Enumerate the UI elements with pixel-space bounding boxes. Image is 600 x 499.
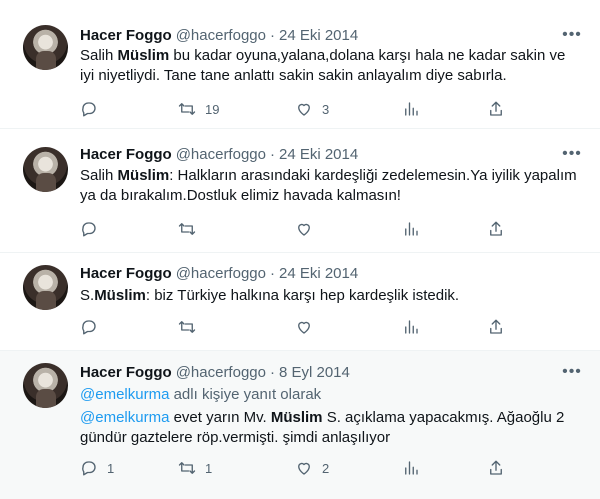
retweet-button[interactable] [178, 219, 196, 239]
tweet-date[interactable]: 24 Eki 2014 [279, 146, 358, 163]
retweet-icon [178, 462, 196, 474]
heart-icon [298, 223, 310, 236]
like-count: 2 [322, 460, 330, 476]
retweet-icon [178, 223, 196, 235]
views-icon [405, 320, 418, 334]
tweet-date[interactable]: 8 Eyl 2014 [279, 364, 350, 381]
like-button[interactable] [295, 317, 313, 337]
share-icon [490, 101, 502, 116]
like-count: 3 [322, 101, 330, 117]
views-icon [405, 102, 418, 116]
share-icon [490, 460, 502, 475]
retweet-icon [178, 321, 196, 333]
highlight-term: Müslim [270, 409, 323, 426]
text-part: Salih [80, 47, 118, 64]
author-handle[interactable]: @hacerfoggo [176, 27, 266, 44]
retweet-icon [178, 103, 196, 115]
reply-mention-link[interactable]: @emelkurma [80, 386, 169, 403]
share-button[interactable] [487, 317, 505, 337]
separator-dot: · [269, 264, 275, 282]
reply-button[interactable]: 1 [80, 458, 114, 478]
views-button[interactable] [402, 458, 420, 478]
author-handle[interactable]: @hacerfoggo [176, 146, 266, 163]
author-name[interactable]: Hacer Foggo [80, 146, 172, 163]
tweet-text: Salih Müslim bu kadar oyuna,yalana,dolan… [80, 46, 580, 86]
author-name[interactable]: Hacer Foggo [80, 27, 172, 44]
more-dots-icon[interactable]: ••• [562, 144, 582, 164]
tweet-date[interactable]: 24 Eki 2014 [279, 27, 358, 44]
retweet-button[interactable] [178, 317, 196, 337]
avatar[interactable] [23, 147, 68, 192]
heart-icon [298, 103, 310, 116]
share-button[interactable] [487, 99, 505, 119]
like-button[interactable]: 2 [295, 458, 329, 478]
more-dots-icon[interactable]: ••• [562, 362, 582, 382]
separator-dot: · [269, 26, 275, 44]
tweet-header: Hacer Foggo @hacerfoggo · 8 Eyl 2014 [80, 362, 350, 382]
heart-icon [298, 462, 310, 475]
tweet-text: @emelkurma evet yarın Mv. Müslim S. açık… [80, 408, 580, 448]
reply-icon [82, 222, 96, 237]
avatar[interactable] [23, 25, 68, 70]
views-button[interactable] [402, 99, 420, 119]
mention-link[interactable]: @emelkurma [80, 409, 169, 426]
views-button[interactable] [402, 317, 420, 337]
reply-count: 1 [107, 460, 115, 476]
reply-icon [82, 320, 96, 335]
tweet-header: Hacer Foggo @hacerfoggo · 24 Eki 2014 [80, 263, 358, 283]
reply-icon [82, 102, 96, 117]
text-part: S. [80, 287, 95, 304]
author-name[interactable]: Hacer Foggo [80, 364, 172, 381]
like-button[interactable] [295, 219, 313, 239]
reply-button[interactable] [80, 99, 98, 119]
more-dots-icon[interactable]: ••• [562, 25, 582, 45]
text-part: : biz Türkiye halkına karşı hep kardeşli… [145, 287, 460, 304]
tweet-4[interactable]: Hacer Foggo @hacerfoggo · 8 Eyl 2014 •••… [0, 351, 600, 499]
views-button[interactable] [402, 219, 420, 239]
retweet-count: 19 [205, 101, 220, 117]
avatar[interactable] [23, 363, 68, 408]
tweet-2[interactable]: Hacer Foggo @hacerfoggo · 24 Eki 2014 ••… [0, 129, 600, 253]
separator-dot: · [269, 363, 275, 381]
retweet-button[interactable]: 1 [178, 458, 212, 478]
avatar[interactable] [23, 265, 68, 310]
share-icon [490, 319, 502, 334]
action-bar: 19 3 [80, 99, 505, 119]
tweet-3[interactable]: Hacer Foggo @hacerfoggo · 24 Eki 2014 S.… [0, 253, 600, 351]
tweet-header: Hacer Foggo @hacerfoggo · 24 Eki 2014 [80, 144, 358, 164]
retweet-button[interactable]: 19 [178, 99, 219, 119]
highlight-term: Müslim [117, 47, 170, 64]
separator-dot: · [269, 145, 275, 163]
text-part: Salih [80, 167, 118, 184]
share-button[interactable] [487, 458, 505, 478]
action-bar [80, 219, 505, 239]
tweet-text: Salih Müslim: Halkların arasındaki karde… [80, 166, 580, 206]
like-button[interactable]: 3 [295, 99, 329, 119]
author-name[interactable]: Hacer Foggo [80, 265, 172, 282]
tweet-date[interactable]: 24 Eki 2014 [279, 265, 358, 282]
reply-context: @emelkurma adlı kişiye yanıt olarak [80, 386, 321, 403]
heart-icon [298, 321, 310, 334]
reply-button[interactable] [80, 219, 98, 239]
share-icon [490, 221, 502, 236]
reply-context-text: adlı kişiye yanıt olarak [169, 386, 322, 403]
tweet-header: Hacer Foggo @hacerfoggo · 24 Eki 2014 [80, 25, 358, 45]
action-bar [80, 317, 505, 337]
author-handle[interactable]: @hacerfoggo [176, 265, 266, 282]
author-handle[interactable]: @hacerfoggo [176, 364, 266, 381]
action-bar: 1 1 2 [80, 458, 505, 478]
text-part: evet yarın Mv. [169, 409, 271, 426]
highlight-term: Müslim [94, 287, 146, 304]
views-icon [405, 461, 418, 475]
share-button[interactable] [487, 219, 505, 239]
reply-icon [82, 461, 96, 476]
reply-button[interactable] [80, 317, 98, 337]
tweet-text: S.Müslim: biz Türkiye halkına karşı hep … [80, 286, 580, 306]
retweet-count: 1 [205, 460, 213, 476]
highlight-term: Müslim [117, 167, 170, 184]
tweet-1[interactable]: Hacer Foggo @hacerfoggo · 24 Eki 2014 ••… [0, 0, 600, 129]
views-icon [405, 222, 418, 236]
